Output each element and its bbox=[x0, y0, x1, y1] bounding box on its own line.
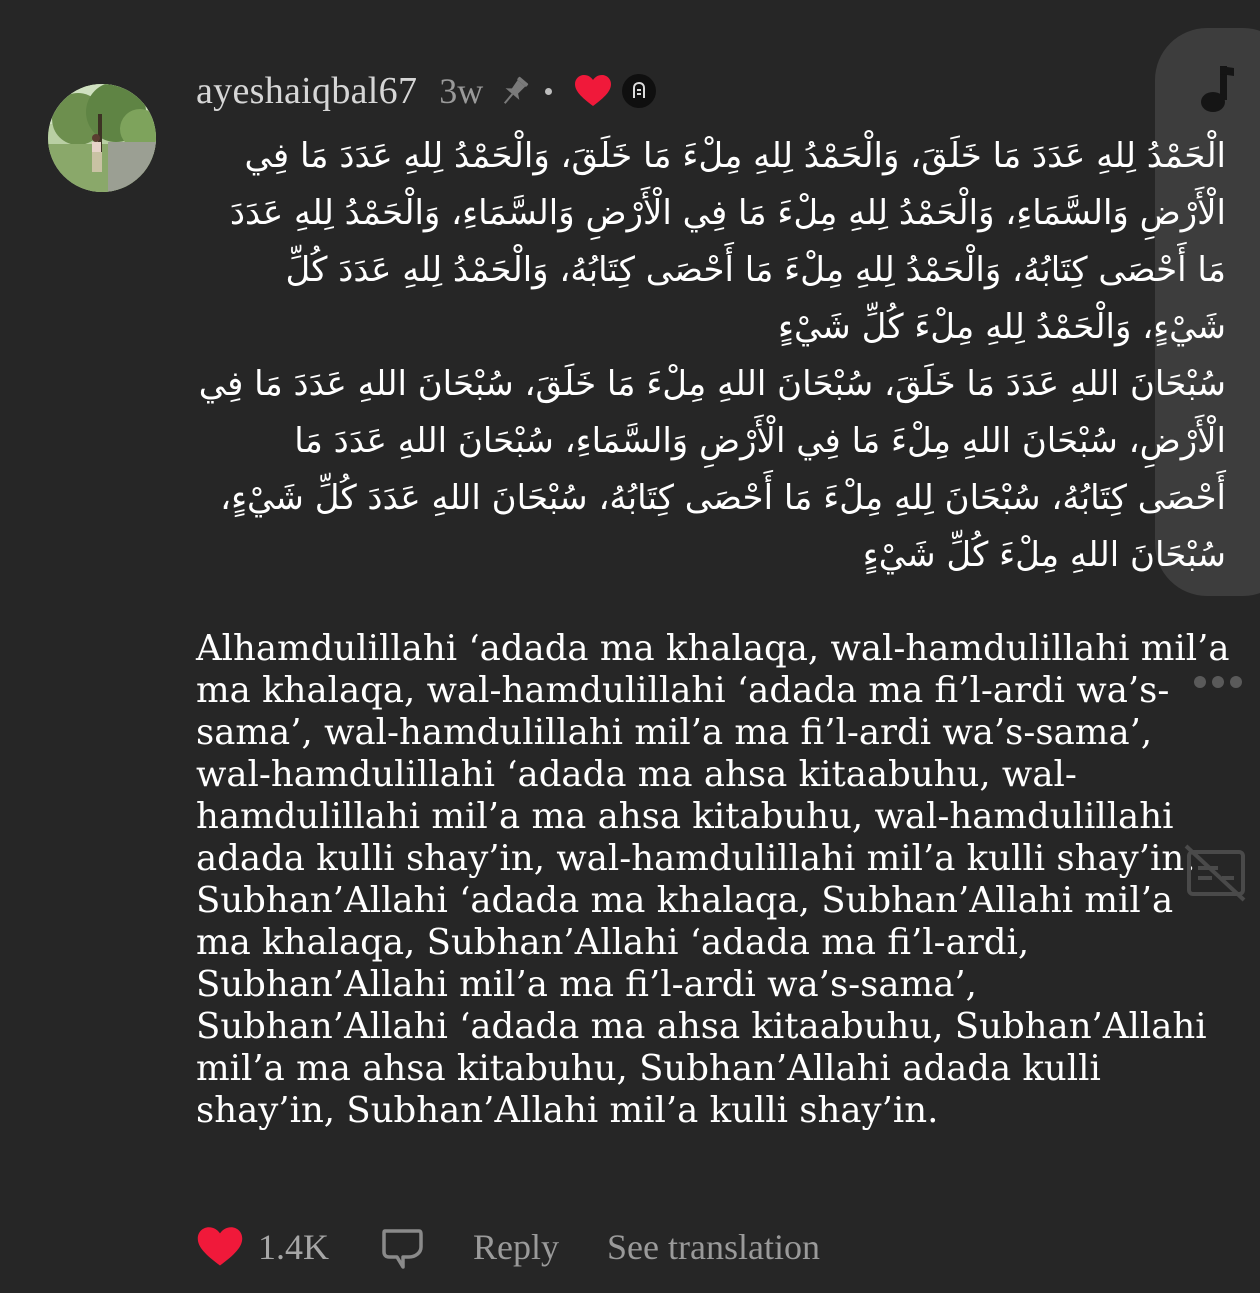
creator-badge-icon bbox=[622, 74, 657, 108]
creator-liked-heart-icon bbox=[574, 74, 612, 108]
arabic-paragraph-subhan: سُبْحَانَ اللهِ عَدَدَ مَا خَلَقَ، سُبْح… bbox=[198, 364, 1226, 575]
comment-actions: 1.4K Reply See translation bbox=[196, 1222, 820, 1272]
latin-paragraph-hamd: Alhamdulillahi ‘adada ma khalaqa, wal-ha… bbox=[196, 628, 1230, 879]
pin-icon bbox=[497, 73, 533, 109]
reply-button[interactable]: Reply bbox=[473, 1226, 559, 1268]
captions-off-icon[interactable] bbox=[1184, 842, 1248, 907]
music-note-icon[interactable] bbox=[1196, 64, 1236, 119]
avatar[interactable] bbox=[48, 84, 156, 192]
username[interactable]: ayeshaiqbal67 bbox=[196, 69, 417, 113]
arabic-paragraph-hamd: الْحَمْدُ لِلهِ عَدَدَ مَا خَلَقَ، وَالْ… bbox=[229, 136, 1226, 347]
timestamp: 3w bbox=[439, 71, 484, 111]
more-dots-icon[interactable] bbox=[1192, 672, 1244, 697]
separator-dot bbox=[545, 87, 553, 95]
heart-icon[interactable] bbox=[196, 1226, 244, 1268]
comment-header: ayeshaiqbal67 3w bbox=[196, 66, 657, 116]
comment-arabic-text: الْحَمْدُ لِلهِ عَدَدَ مَا خَلَقَ، وَالْ… bbox=[196, 128, 1226, 584]
see-translation-button[interactable]: See translation bbox=[607, 1226, 820, 1268]
comment-bubble-icon[interactable] bbox=[381, 1225, 423, 1269]
like-count: 1.4K bbox=[258, 1227, 329, 1267]
comment-transliteration-text: Alhamdulillahi ‘adada ma khalaqa, wal-ha… bbox=[196, 628, 1236, 1132]
latin-paragraph-subhan: Subhan’Allahi ‘adada ma khalaqa, Subhan’… bbox=[196, 880, 1207, 1131]
